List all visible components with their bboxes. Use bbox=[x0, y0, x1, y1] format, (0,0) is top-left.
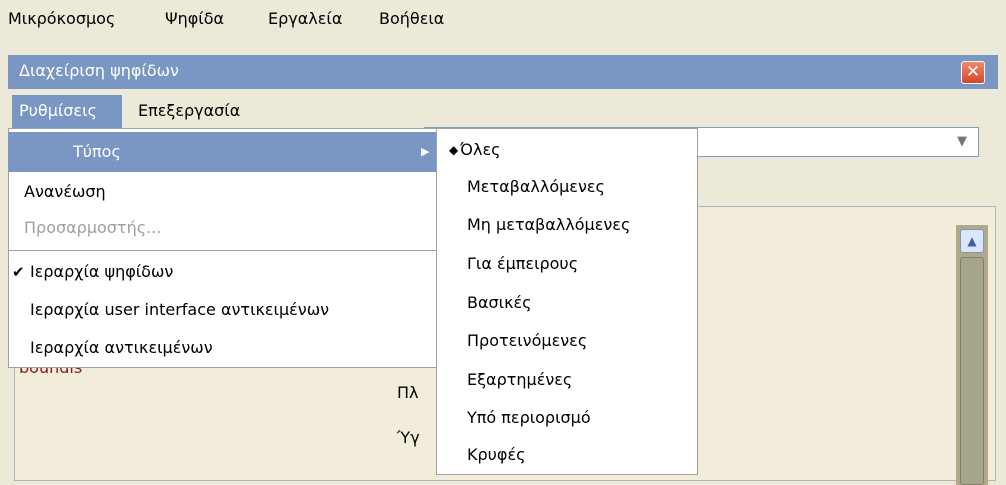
menu-mikrokosmos[interactable]: Μικρόκοσμος bbox=[8, 9, 115, 28]
background-text: Πλ bbox=[397, 383, 419, 402]
scroll-thumb[interactable] bbox=[960, 257, 984, 485]
menu-item-ui-hierarchy[interactable]: Ιεραρχία user interface αντικειμένων bbox=[30, 300, 329, 319]
selected-bullet-icon: ◆ bbox=[449, 143, 459, 157]
submenu-item-restricted[interactable]: Υπό περιορισμό bbox=[467, 408, 591, 427]
menu-voitheia[interactable]: Βοήθεια bbox=[379, 9, 444, 28]
menu-item-object-hierarchy[interactable]: Ιεραρχία αντικειμένων bbox=[30, 338, 213, 357]
menu-item-type-label: Τύπος bbox=[73, 142, 121, 161]
menu-item-refresh[interactable]: Ανανέωση bbox=[24, 182, 106, 201]
window-title: Διαχείριση ψηφίδων bbox=[19, 61, 179, 80]
menu-settings-label: Ρυθμίσεις bbox=[19, 101, 97, 120]
scroll-up-icon[interactable]: ▲ bbox=[960, 229, 984, 253]
chevron-right-icon: ▶ bbox=[421, 145, 430, 158]
submenu-item-mutable[interactable]: Μεταβαλλόμενες bbox=[467, 177, 605, 196]
menu-edit[interactable]: Επεξεργασία bbox=[138, 101, 240, 120]
submenu-item-basic[interactable]: Βασικές bbox=[467, 293, 532, 312]
menu-separator bbox=[9, 250, 437, 251]
menu-psifida[interactable]: Ψηφίδα bbox=[165, 9, 224, 28]
submenu-item-suggested[interactable]: Προτεινόμενες bbox=[467, 331, 587, 350]
submenu-item-all[interactable]: Όλες bbox=[460, 140, 501, 159]
submenu-item-immutable[interactable]: Μη μεταβαλλόμενες bbox=[467, 215, 630, 234]
menu-item-customizer: Προσαρμοστής... bbox=[24, 218, 162, 237]
submenu-item-dependent[interactable]: Εξαρτημένες bbox=[467, 370, 572, 389]
submenu-item-advanced[interactable]: Για έμπειρους bbox=[467, 254, 578, 273]
submenu-item-hidden[interactable]: Κρυφές bbox=[467, 445, 526, 464]
check-icon: ✔ bbox=[12, 263, 25, 281]
close-icon[interactable]: ✕ bbox=[961, 61, 985, 84]
chevron-down-icon[interactable]: ▼ bbox=[948, 129, 976, 155]
menu-ergaleia[interactable]: Εργαλεία bbox=[268, 9, 342, 28]
menu-item-tile-hierarchy[interactable]: Ιεραρχία ψηφίδων bbox=[30, 262, 173, 281]
main-menubar: Μικρόκοσμος Ψηφίδα Εργαλεία Βοήθεια bbox=[0, 0, 1006, 40]
background-text: Ύγ bbox=[397, 428, 420, 447]
